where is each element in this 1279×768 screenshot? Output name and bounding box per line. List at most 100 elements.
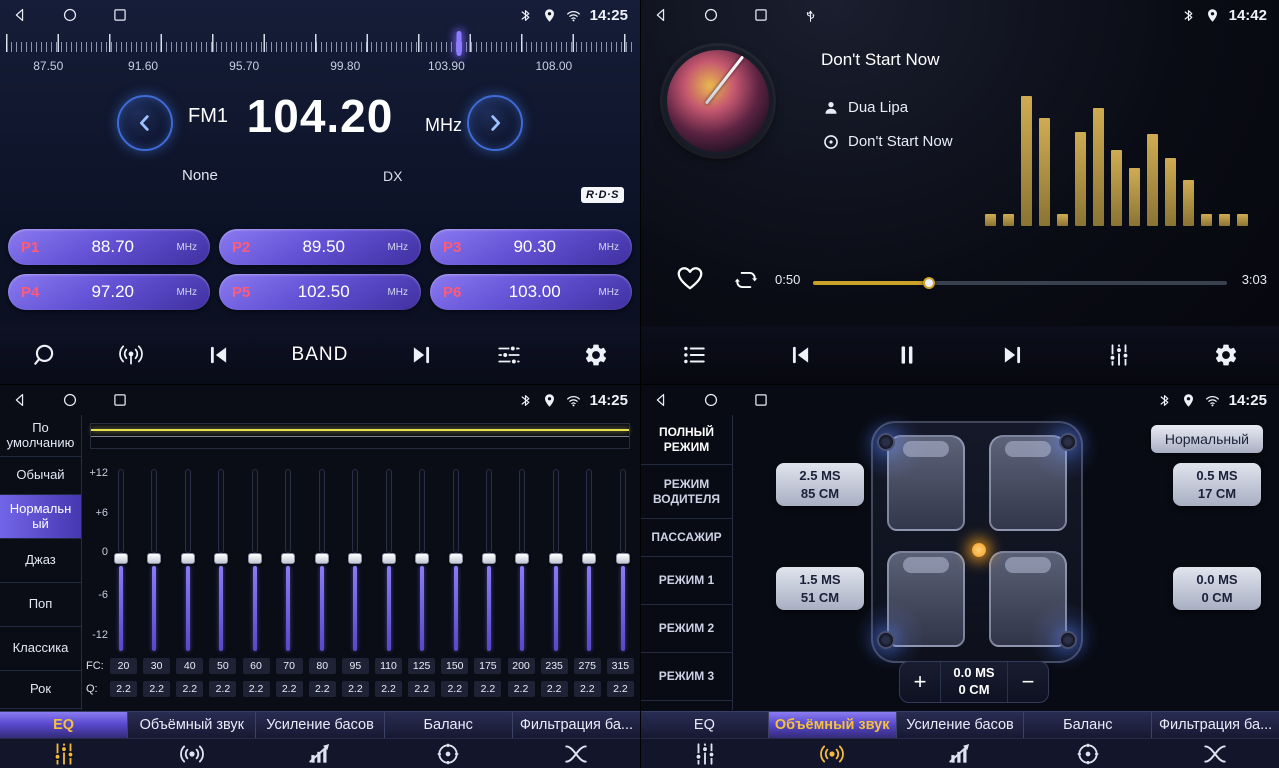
repeat-icon[interactable] (733, 267, 759, 293)
eq-preset-custom[interactable]: Обычай (0, 457, 81, 495)
tune-down-button[interactable] (117, 95, 173, 151)
settings-gear-icon[interactable] (583, 342, 609, 368)
recents-icon[interactable] (753, 7, 769, 23)
slider-handle[interactable] (281, 553, 295, 564)
home-icon[interactable] (703, 7, 719, 23)
progress-bar[interactable] (813, 281, 1227, 285)
surround-sound-icon[interactable] (128, 739, 256, 768)
tab-balance[interactable]: Баланс (1024, 712, 1152, 738)
delay-rear-right[interactable]: 0.0 MS 0 CM (1173, 567, 1261, 610)
tab-surround[interactable]: Объёмный звук (128, 712, 256, 738)
search-icon[interactable] (31, 342, 57, 368)
tab-bass-boost[interactable]: Усиление басов (897, 712, 1025, 738)
back-icon[interactable] (12, 7, 28, 23)
crossover-filter-icon[interactable] (512, 739, 640, 768)
tab-eq[interactable]: EQ (0, 712, 128, 738)
eq-band-slider[interactable] (251, 469, 259, 653)
tab-surround[interactable]: Объёмный звук (769, 712, 897, 738)
settings-gear-icon[interactable] (1213, 342, 1239, 368)
slider-handle[interactable] (348, 553, 362, 564)
listening-position-dot[interactable] (972, 543, 986, 557)
prev-track-icon[interactable] (205, 342, 231, 368)
back-icon[interactable] (653, 7, 669, 23)
slider-handle[interactable] (482, 553, 496, 564)
eq-preset-pop[interactable]: Поп (0, 583, 81, 627)
home-icon[interactable] (62, 392, 78, 408)
prev-track-icon[interactable] (787, 342, 813, 368)
eq-sliders-icon[interactable] (0, 739, 128, 768)
eq-preset-normal[interactable]: Нормальный (0, 495, 81, 539)
band-button[interactable]: BAND (292, 344, 349, 366)
surround-sound-icon[interactable] (769, 739, 897, 768)
balance-icon[interactable] (1024, 739, 1152, 768)
home-icon[interactable] (62, 7, 78, 23)
progress-knob[interactable] (923, 277, 935, 289)
preset-button-p5[interactable]: P5 102.50 MHz (219, 274, 421, 310)
slider-handle[interactable] (549, 553, 563, 564)
tab-bass-boost[interactable]: Усиление басов (256, 712, 384, 738)
slider-handle[interactable] (382, 553, 396, 564)
mode-2[interactable]: РЕЖИМ 2 (641, 605, 732, 653)
preset-button-p2[interactable]: P2 89.50 MHz (219, 229, 421, 265)
scan-broadcast-icon[interactable] (118, 342, 144, 368)
mode-1[interactable]: РЕЖИМ 1 (641, 557, 732, 605)
eq-band-slider[interactable] (117, 469, 125, 653)
mode-driver[interactable]: РЕЖИМ ВОДИТЕЛЯ (641, 465, 732, 519)
surround-preset-button[interactable]: Нормальный (1151, 425, 1263, 453)
delay-rear-left[interactable]: 1.5 MS 51 CM (776, 567, 864, 610)
tab-filter[interactable]: Фильтрация ба... (513, 712, 640, 738)
eq-band-slider[interactable] (518, 469, 526, 653)
next-track-icon[interactable] (409, 342, 435, 368)
eq-band-slider[interactable] (485, 469, 493, 653)
preset-button-p1[interactable]: P1 88.70 MHz (8, 229, 210, 265)
home-icon[interactable] (703, 392, 719, 408)
frequency-ruler[interactable] (4, 32, 636, 58)
recents-icon[interactable] (753, 392, 769, 408)
delay-increase-button[interactable]: + (900, 671, 940, 693)
slider-handle[interactable] (616, 553, 630, 564)
eq-band-slider[interactable] (418, 469, 426, 653)
eq-preset-default[interactable]: По умолчанию (0, 415, 81, 457)
back-icon[interactable] (653, 392, 669, 408)
slider-handle[interactable] (315, 553, 329, 564)
tuning-pointer[interactable] (457, 31, 462, 56)
eq-band-slider[interactable] (351, 469, 359, 653)
bass-boost-icon[interactable] (256, 739, 384, 768)
delay-decrease-button[interactable]: − (1008, 671, 1048, 693)
preset-button-p4[interactable]: P4 97.20 MHz (8, 274, 210, 310)
eq-band-slider[interactable] (150, 469, 158, 653)
eq-band-slider[interactable] (452, 469, 460, 653)
balance-icon[interactable] (384, 739, 512, 768)
crossover-filter-icon[interactable] (1151, 739, 1279, 768)
eq-band-slider[interactable] (318, 469, 326, 653)
eq-band-slider[interactable] (385, 469, 393, 653)
back-icon[interactable] (12, 392, 28, 408)
next-track-icon[interactable] (1000, 342, 1026, 368)
eq-preset-rock[interactable]: Рок (0, 671, 81, 709)
eq-band-slider[interactable] (284, 469, 292, 653)
eq-band-slider[interactable] (585, 469, 593, 653)
eq-band-slider[interactable] (552, 469, 560, 653)
mode-3[interactable]: РЕЖИМ 3 (641, 653, 732, 701)
eq-band-slider[interactable] (619, 469, 627, 653)
preset-button-p6[interactable]: P6 103.00 MHz (430, 274, 632, 310)
tab-balance[interactable]: Баланс (385, 712, 513, 738)
favorite-heart-icon[interactable] (675, 263, 705, 293)
delay-front-left[interactable]: 2.5 MS 85 CM (776, 463, 864, 506)
recents-icon[interactable] (112, 392, 128, 408)
eq-band-slider[interactable] (184, 469, 192, 653)
slider-handle[interactable] (147, 553, 161, 564)
tab-filter[interactable]: Фильтрация ба... (1152, 712, 1279, 738)
tune-up-button[interactable] (467, 95, 523, 151)
queue-list-icon[interactable] (681, 342, 707, 368)
preset-button-p3[interactable]: P3 90.30 MHz (430, 229, 632, 265)
eq-preset-jazz[interactable]: Джаз (0, 539, 81, 583)
recents-icon[interactable] (112, 7, 128, 23)
bass-boost-icon[interactable] (896, 739, 1024, 768)
slider-handle[interactable] (248, 553, 262, 564)
slider-handle[interactable] (415, 553, 429, 564)
mixer-sliders-icon[interactable] (1106, 342, 1132, 368)
mode-passenger[interactable]: ПАССАЖИР (641, 519, 732, 557)
slider-handle[interactable] (582, 553, 596, 564)
slider-handle[interactable] (114, 553, 128, 564)
